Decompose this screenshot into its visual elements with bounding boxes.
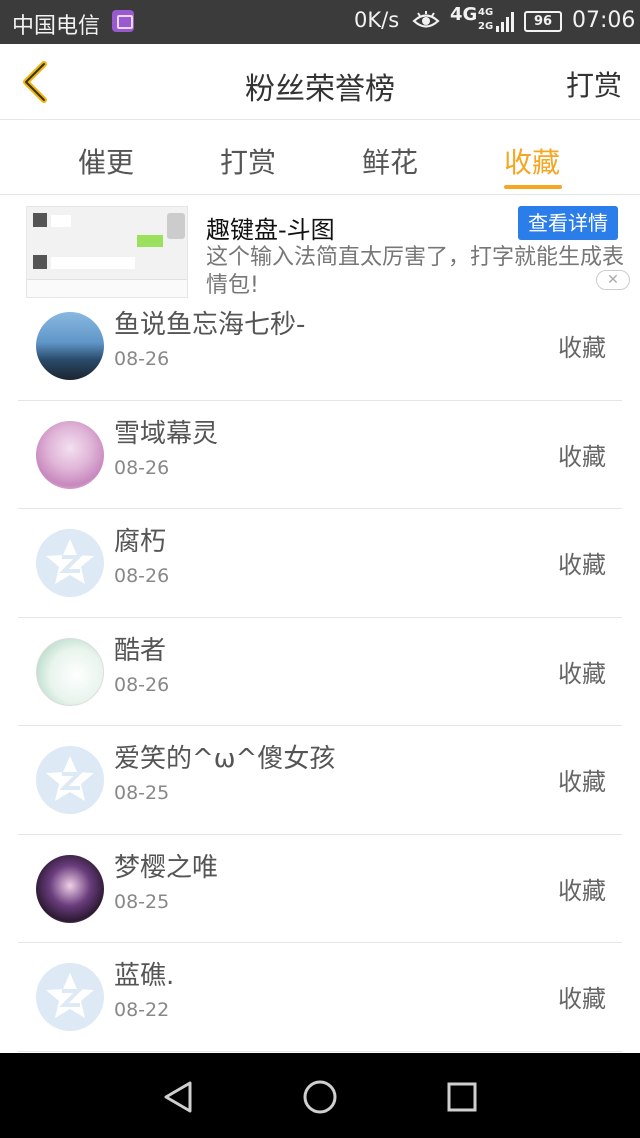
reward-button[interactable]: 打赏 — [566, 64, 622, 104]
list-item[interactable]: 腐朽 08-26 收藏 — [18, 509, 622, 618]
tab-flowers[interactable]: 鲜花 — [362, 141, 418, 181]
fan-action: 收藏 — [558, 659, 606, 688]
battery-indicator: 96 — [524, 11, 562, 32]
fan-action: 收藏 — [558, 876, 606, 905]
top-header: 粉丝荣誉榜 打赏 — [0, 44, 640, 120]
active-tab-indicator — [504, 185, 562, 189]
avatar[interactable] — [36, 312, 104, 380]
avatar[interactable] — [36, 420, 104, 489]
square-recents-icon[interactable] — [442, 1077, 482, 1117]
avatar[interactable] — [36, 963, 104, 1031]
fan-date: 08-25 — [114, 890, 170, 913]
fan-date: 08-25 — [114, 782, 170, 804]
page-title: 粉丝荣誉榜 — [245, 72, 395, 107]
default-star-icon — [46, 756, 94, 801]
list-item[interactable]: 酷者 08-26 收藏 — [18, 618, 622, 726]
fan-name: 蓝礁. — [114, 961, 175, 991]
app-notification-icon — [112, 10, 134, 32]
list-item[interactable]: 蓝礁. 08-22 收藏 — [18, 943, 622, 1052]
clock: 07:06 — [572, 8, 636, 33]
list-item[interactable]: 鱼说鱼忘海七秒- 08-26 收藏 — [18, 292, 622, 401]
close-icon[interactable]: ✕ — [596, 270, 630, 290]
tab-bar: 催更 打赏 鲜花 收藏 — [0, 121, 640, 195]
tab-urge[interactable]: 催更 — [78, 141, 134, 181]
fan-list: 鱼说鱼忘海七秒- 08-26 收藏 雪域幕灵 08-26 收藏 腐朽 08-26… — [0, 292, 640, 1052]
list-item[interactable]: 爱笑的^ω^傻女孩 08-25 收藏 — [18, 726, 622, 835]
fan-name: 梦樱之唯 — [114, 852, 219, 883]
avatar[interactable] — [36, 746, 104, 814]
avatar[interactable] — [36, 637, 104, 706]
fan-name: 雪域幕灵 — [114, 418, 219, 449]
fan-date: 08-26 — [114, 565, 170, 587]
ad-banner[interactable]: 趣键盘-斗图 查看详情 这个输入法简直太厉害了，打字就能生成表情包! ✕ — [0, 196, 640, 302]
tab-favorites[interactable]: 收藏 — [504, 141, 560, 181]
fan-name: 酷者 — [114, 635, 167, 666]
triangle-back-icon[interactable] — [158, 1077, 198, 1117]
fan-date: 08-22 — [114, 999, 170, 1021]
tab-reward[interactable]: 打赏 — [220, 141, 276, 181]
ad-thumbnail[interactable] — [26, 206, 188, 298]
avatar[interactable] — [36, 854, 104, 923]
network-type: 4G — [450, 4, 478, 25]
default-star-icon — [46, 973, 94, 1018]
fan-name: 爱笑的^ω^傻女孩 — [114, 744, 336, 774]
fan-action: 收藏 — [558, 334, 606, 362]
fan-date: 08-26 — [114, 456, 170, 479]
network-small-top: 4G — [478, 7, 494, 18]
fan-action: 收藏 — [558, 551, 606, 579]
circle-home-icon[interactable] — [300, 1077, 340, 1117]
eye-icon — [412, 11, 440, 28]
signal-icon: 4G 2G — [478, 6, 518, 36]
system-nav-bar — [0, 1053, 640, 1138]
fan-name: 腐朽 — [114, 527, 167, 557]
status-bar: 中国电信 0K/s 4G 4G 2G 96 07:06 — [0, 0, 640, 44]
ad-details-button[interactable]: 查看详情 — [518, 206, 618, 240]
list-item[interactable]: 梦樱之唯 08-25 收藏 — [18, 835, 622, 943]
fan-name: 鱼说鱼忘海七秒- — [114, 310, 306, 340]
net-speed: 0K/s — [354, 8, 400, 32]
network-small-bottom: 2G — [478, 21, 494, 32]
carrier-name: 中国电信 — [12, 14, 101, 39]
fan-action: 收藏 — [558, 442, 606, 471]
fan-date: 08-26 — [114, 348, 170, 370]
ad-title: 趣键盘-斗图 — [206, 216, 335, 244]
fan-action: 收藏 — [558, 985, 606, 1013]
fan-action: 收藏 — [558, 768, 606, 796]
fan-date: 08-26 — [114, 673, 170, 696]
avatar[interactable] — [36, 529, 104, 597]
list-item[interactable]: 雪域幕灵 08-26 收藏 — [18, 401, 622, 509]
default-star-icon — [46, 539, 94, 584]
